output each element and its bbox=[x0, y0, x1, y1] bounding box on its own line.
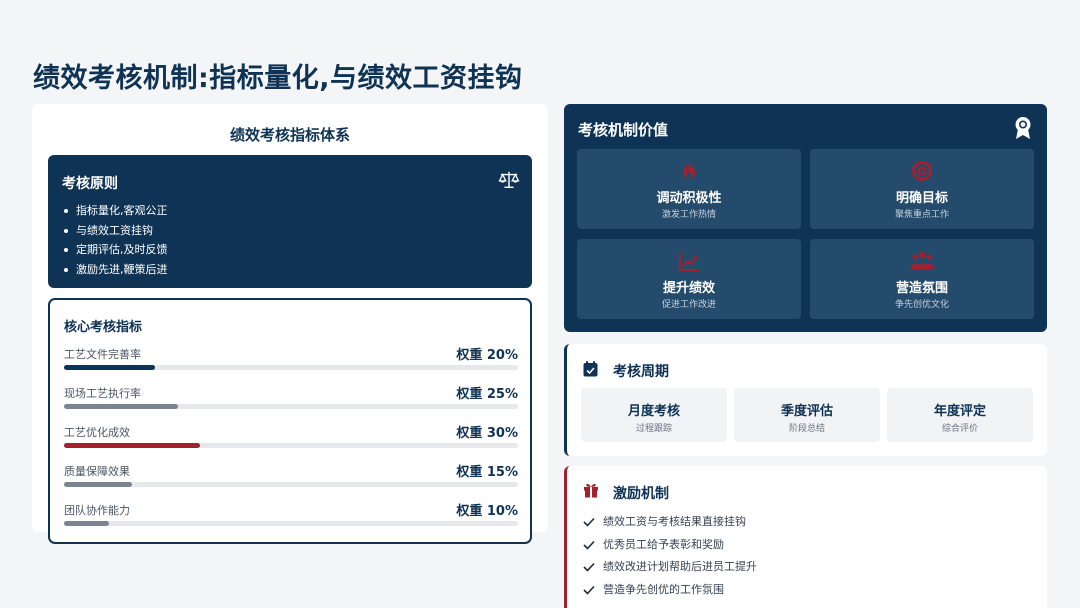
calendar-check-icon bbox=[583, 361, 598, 377]
incentive-item: 绩效工资与考核结果直接挂钩 bbox=[583, 511, 757, 534]
principles-card: 考核原则 指标量化,客观公正 与绩效工资挂钩 定期评估,及时反馈 激励先进,鞭策… bbox=[48, 155, 532, 288]
incentive-list: 绩效工资与考核结果直接挂钩 优秀员工给予表彰和奖励 绩效改进计划帮助后进员工提升… bbox=[583, 511, 757, 601]
indicator-name: 现场工艺执行率 bbox=[64, 387, 141, 400]
indicator-name: 工艺文件完善率 bbox=[64, 348, 141, 361]
indicator-progress-fill bbox=[64, 521, 110, 526]
value-tile-title: 营造氛围 bbox=[895, 281, 948, 296]
indicator-progress-track bbox=[64, 482, 518, 487]
value-tile-goals: 明确目标 聚焦重点工作 bbox=[810, 149, 1034, 229]
check-icon bbox=[583, 585, 595, 595]
indicator-progress-fill bbox=[64, 443, 201, 448]
indicator-name: 团队协作能力 bbox=[64, 504, 130, 517]
principle-item: 激励先进,鞭策后进 bbox=[64, 260, 168, 280]
indicator-name: 工艺优化成效 bbox=[64, 426, 130, 439]
gift-icon bbox=[584, 483, 598, 498]
principles-list: 指标量化,客观公正 与绩效工资挂钩 定期评估,及时反馈 激励先进,鞭策后进 bbox=[64, 201, 168, 279]
value-tile-motivation: 调动积极性 激发工作热情 bbox=[577, 149, 801, 229]
check-icon bbox=[583, 562, 595, 572]
mechanism-value-title: 考核机制价值 bbox=[578, 121, 669, 139]
incentive-item: 优秀员工给予表彰和奖励 bbox=[583, 534, 757, 557]
assessment-cycle-title: 考核周期 bbox=[613, 364, 669, 380]
indicator-weight: 权重 15% bbox=[456, 465, 518, 480]
indicator-system-title: 绩效考核指标体系 bbox=[229, 126, 350, 144]
incentive-item-text: 优秀员工给予表彰和奖励 bbox=[603, 537, 724, 551]
indicator-weight: 权重 10% bbox=[456, 504, 518, 519]
value-tile-performance: 提升绩效 促进工作改进 bbox=[577, 239, 801, 319]
core-indicators-title: 核心考核指标 bbox=[64, 320, 143, 335]
cycle-item-title: 年度评定 bbox=[933, 404, 986, 419]
cycle-item-subtitle: 阶段总结 bbox=[788, 424, 825, 434]
page-title: 绩效考核机制:指标量化,与绩效工资挂钩 bbox=[33, 63, 523, 94]
indicator-row: 工艺文件完善率 权重 20% bbox=[64, 346, 518, 376]
fire-icon bbox=[683, 161, 695, 179]
value-tile-title: 提升绩效 bbox=[662, 281, 715, 296]
indicator-progress-track bbox=[64, 365, 518, 370]
value-tile-title: 调动积极性 bbox=[656, 191, 722, 206]
incentive-item: 营造争先创优的工作氛围 bbox=[583, 579, 757, 602]
cycle-item-title: 季度评估 bbox=[780, 404, 833, 419]
indicator-row: 团队协作能力 权重 10% bbox=[64, 502, 518, 532]
indicator-progress-fill bbox=[64, 482, 133, 487]
principle-item: 与绩效工资挂钩 bbox=[64, 221, 168, 241]
incentive-item-text: 绩效改进计划帮助后进员工提升 bbox=[603, 560, 757, 573]
incentive-mechanism-title: 激励机制 bbox=[613, 486, 669, 502]
incentive-item-text: 营造争先创优的工作氛围 bbox=[603, 582, 724, 596]
target-icon bbox=[912, 161, 932, 181]
indicator-weight: 权重 20% bbox=[456, 348, 518, 363]
cycle-item-subtitle: 过程跟踪 bbox=[635, 424, 672, 434]
principle-item: 指标量化,客观公正 bbox=[64, 201, 168, 221]
award-icon bbox=[1015, 117, 1031, 139]
principles-title: 考核原则 bbox=[62, 176, 118, 192]
core-indicators-card: 核心考核指标 工艺文件完善率 权重 20% 现场工艺执行率 权重 25% 工艺优… bbox=[48, 298, 532, 544]
indicator-row: 工艺优化成效 权重 30% bbox=[64, 424, 518, 454]
value-tile-title: 明确目标 bbox=[895, 191, 948, 206]
value-tile-atmosphere: 营造氛围 争先创优文化 bbox=[810, 239, 1034, 319]
incentive-item: 绩效改进计划帮助后进员工提升 bbox=[583, 556, 757, 579]
check-icon bbox=[583, 540, 595, 550]
assessment-cycle-panel: 考核周期 月度考核 过程跟踪 季度评估 阶段总结 年度评定 综合评价 bbox=[564, 344, 1047, 456]
indicator-progress-track bbox=[64, 521, 518, 526]
value-tile-subtitle: 促进工作改进 bbox=[661, 300, 716, 310]
incentive-mechanism-panel: 激励机制 绩效工资与考核结果直接挂钩 优秀员工给予表彰和奖励 绩效改进计划帮助后… bbox=[564, 466, 1047, 608]
mechanism-value-panel: 考核机制价值 调动积极性 激发工作热情 明确目标 聚焦重点工作 提升绩效 促进工… bbox=[564, 104, 1047, 332]
cycle-item-annual: 年度评定 综合评价 bbox=[887, 388, 1033, 442]
principle-item: 定期评估,及时反馈 bbox=[64, 240, 168, 260]
cycle-item-quarterly: 季度评估 阶段总结 bbox=[734, 388, 880, 442]
scale-icon bbox=[498, 171, 520, 188]
cycle-item-subtitle: 综合评价 bbox=[941, 424, 978, 434]
indicator-name: 质量保障效果 bbox=[64, 465, 130, 478]
chart-up-icon bbox=[679, 253, 699, 271]
indicator-progress-track bbox=[64, 404, 518, 409]
cycle-item-title: 月度考核 bbox=[627, 404, 680, 419]
indicator-progress-fill bbox=[64, 365, 155, 370]
indicator-row: 现场工艺执行率 权重 25% bbox=[64, 385, 518, 415]
check-icon bbox=[583, 517, 595, 527]
indicator-progress-track bbox=[64, 443, 518, 448]
indicator-row: 质量保障效果 权重 15% bbox=[64, 463, 518, 493]
cycle-item-monthly: 月度考核 过程跟踪 bbox=[581, 388, 727, 442]
group-icon bbox=[910, 251, 934, 269]
incentive-item-text: 绩效工资与考核结果直接挂钩 bbox=[603, 515, 746, 528]
indicator-system-panel: 绩效考核指标体系 考核原则 指标量化,客观公正 与绩效工资挂钩 定期评估,及时反… bbox=[32, 104, 548, 544]
value-tile-subtitle: 争先创优文化 bbox=[894, 300, 949, 310]
indicator-weight: 权重 30% bbox=[456, 426, 518, 441]
indicator-progress-fill bbox=[64, 404, 178, 409]
value-tile-subtitle: 激发工作热情 bbox=[661, 210, 716, 220]
value-tile-subtitle: 聚焦重点工作 bbox=[894, 210, 949, 220]
indicator-weight: 权重 25% bbox=[456, 387, 518, 402]
